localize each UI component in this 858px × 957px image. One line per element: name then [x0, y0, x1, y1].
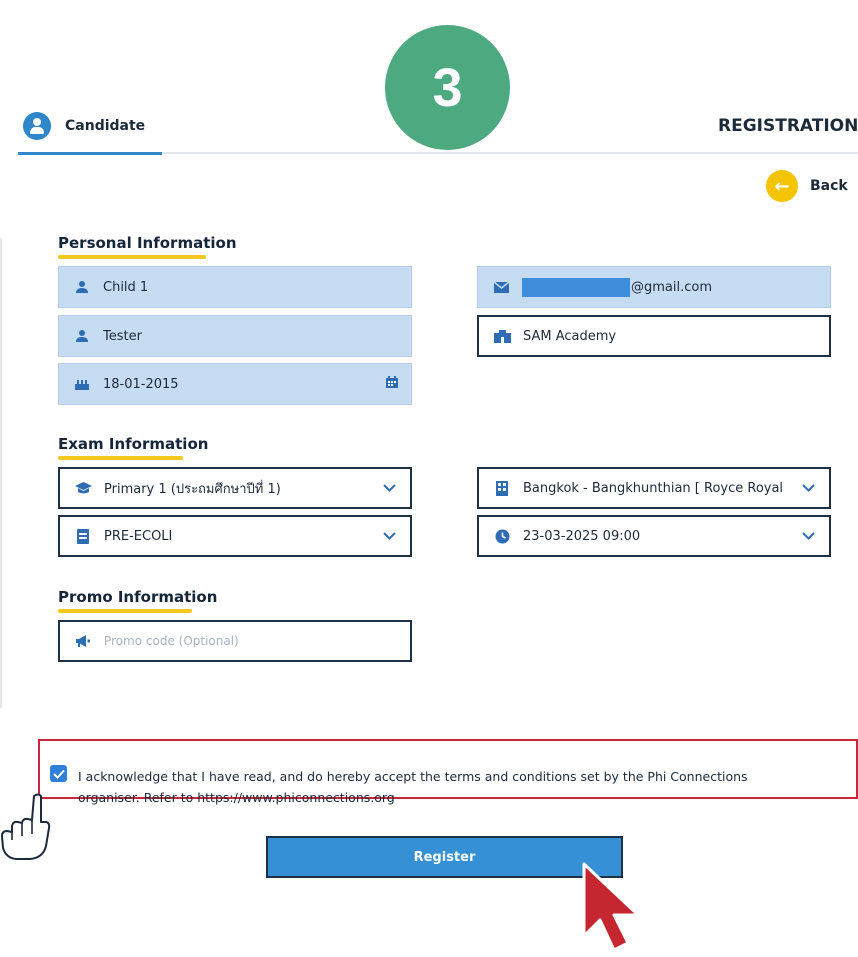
arrow-cursor-icon — [582, 862, 640, 952]
promo-code-input[interactable]: Promo code (Optional) — [58, 620, 412, 662]
top-navigation: Candidate REGISTRATION — [0, 100, 858, 156]
exam-type-value: PRE-ECOLI — [104, 528, 173, 544]
register-button[interactable]: Register — [266, 836, 623, 878]
birth-date-field[interactable]: 18-01-2015 — [58, 363, 412, 405]
chevron-down-icon — [382, 532, 396, 540]
email-domain: @gmail.com — [631, 279, 713, 295]
page-title: REGISTRATION — [718, 116, 858, 136]
promo-info-underline — [58, 609, 192, 613]
user-avatar-icon — [23, 112, 51, 140]
calendar-icon[interactable] — [385, 375, 399, 393]
email-value: @gmail.com — [522, 277, 830, 297]
person-icon — [73, 329, 91, 343]
terms-text-line-1: I acknowledge that I have read, and do h… — [78, 769, 748, 784]
exam-info-underline — [58, 456, 183, 460]
first-name-field[interactable]: Child 1 — [58, 266, 412, 308]
arrow-left-icon: ← — [766, 170, 798, 202]
exam-type-select[interactable]: PRE-ECOLI — [58, 515, 412, 557]
form-left-border — [0, 238, 2, 708]
last-name-field[interactable]: Tester — [58, 315, 412, 357]
venue-value: Bangkok - Bangkhunthian [ Royce Royal — [523, 480, 784, 496]
last-name-value: Tester — [103, 328, 142, 344]
promo-info-heading: Promo Information — [58, 588, 218, 606]
document-icon — [74, 528, 92, 544]
clock-icon — [493, 529, 511, 544]
first-name-value: Child 1 — [103, 279, 149, 295]
birth-date-value: 18-01-2015 — [103, 376, 179, 392]
back-button[interactable]: ← Back — [766, 170, 848, 202]
exam-datetime-value: 23-03-2025 09:00 — [523, 528, 641, 544]
megaphone-icon — [74, 634, 92, 648]
envelope-icon — [492, 281, 510, 293]
tab-candidate-label: Candidate — [65, 118, 146, 134]
terms-checkbox[interactable] — [50, 765, 67, 782]
exam-datetime-select[interactable]: 23-03-2025 09:00 — [477, 515, 831, 557]
email-field[interactable]: @gmail.com — [477, 266, 831, 308]
school-value: SAM Academy — [523, 328, 617, 344]
building-icon — [493, 480, 511, 496]
chevron-down-icon — [801, 484, 815, 492]
grade-value: Primary 1 (ประถมศึกษาปีที่ 1) — [104, 481, 281, 497]
person-icon — [73, 280, 91, 294]
tab-divider — [162, 152, 858, 154]
grade-select[interactable]: Primary 1 (ประถมศึกษาปีที่ 1) — [58, 467, 412, 509]
terms-text-line-2: organiser. Refer to https://www.phiconne… — [78, 790, 395, 805]
personal-info-heading: Personal Information — [58, 234, 237, 252]
school-field[interactable]: SAM Academy — [477, 315, 831, 357]
exam-info-heading: Exam Information — [58, 435, 209, 453]
graduation-cap-icon — [74, 481, 92, 495]
cake-icon — [73, 377, 91, 391]
tab-candidate[interactable]: Candidate — [18, 100, 162, 155]
checkmark-icon — [52, 769, 65, 779]
promo-code-placeholder: Promo code (Optional) — [104, 634, 239, 648]
email-redaction — [522, 277, 630, 297]
chevron-down-icon — [801, 532, 815, 540]
back-button-label: Back — [810, 178, 848, 194]
personal-info-underline — [58, 255, 206, 259]
chevron-down-icon — [382, 484, 396, 492]
venue-select[interactable]: Bangkok - Bangkhunthian [ Royce Royal — [477, 467, 831, 509]
school-building-icon — [493, 329, 511, 343]
terms-text: I acknowledge that I have read, and do h… — [78, 766, 818, 808]
pointing-hand-icon — [1, 793, 51, 860]
